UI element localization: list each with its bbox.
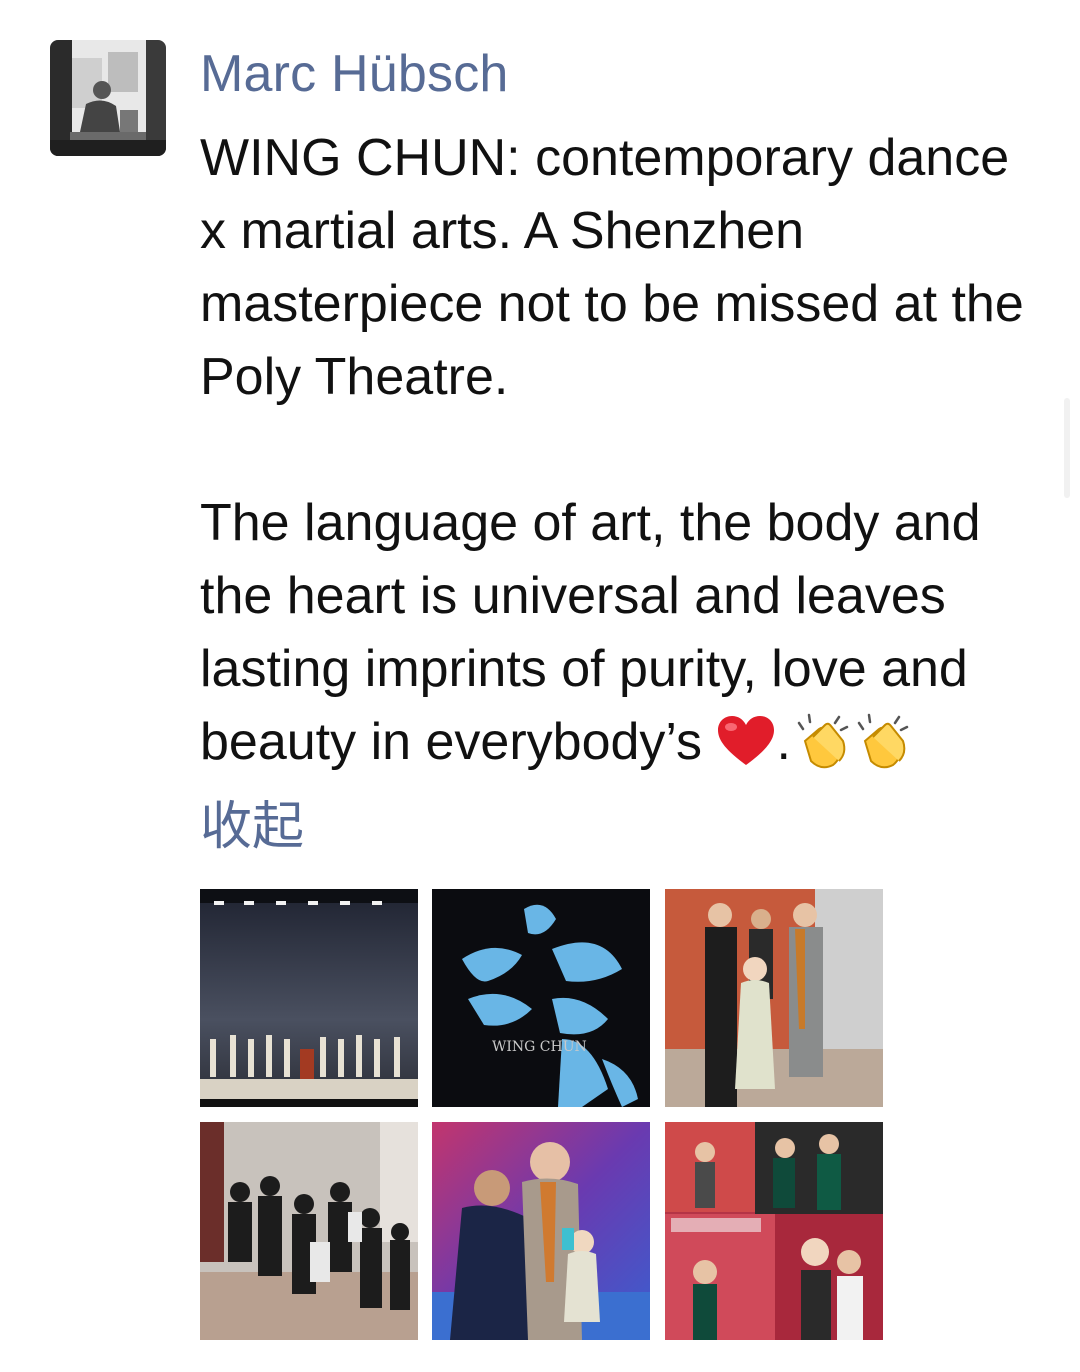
heart-icon <box>718 716 775 765</box>
collapse-link[interactable]: 收起 <box>200 792 304 862</box>
avatar[interactable] <box>50 40 166 156</box>
poster-caption: WING CHUN <box>492 1039 587 1055</box>
period-text: . <box>776 713 791 771</box>
stage-performance-photo[interactable] <box>200 889 418 1107</box>
collage-photo-image <box>665 1122 883 1340</box>
scrollbar[interactable] <box>1064 398 1070 498</box>
post-body: WING CHUN: contemporary dance x martial … <box>200 122 1040 779</box>
family-with-performer-photo[interactable] <box>665 889 883 1107</box>
wing-chun-poster-image: WING CHUN <box>432 889 650 1107</box>
author-name[interactable]: Marc Hübsch <box>200 42 509 106</box>
avatar-image <box>50 40 166 156</box>
photo-grid: WING CHUN <box>200 889 883 1341</box>
crowd-photo-image <box>200 1122 418 1340</box>
post-paragraph-2: The language of art, the body and the he… <box>200 487 1040 779</box>
clapping-hands-icon <box>797 713 849 769</box>
post-paragraph-1: WING CHUN: contemporary dance x martial … <box>200 129 1024 406</box>
backdrop-collage-photo[interactable] <box>665 1122 883 1340</box>
family-photo-image <box>665 889 883 1107</box>
award-photo-image <box>432 1122 650 1340</box>
crowd-backstage-photo[interactable] <box>200 1122 418 1340</box>
stage-performance-image <box>200 889 418 1107</box>
clapping-hands-icon <box>857 713 909 769</box>
award-ceremony-photo[interactable] <box>432 1122 650 1340</box>
wing-chun-poster-photo[interactable]: WING CHUN <box>432 889 650 1107</box>
